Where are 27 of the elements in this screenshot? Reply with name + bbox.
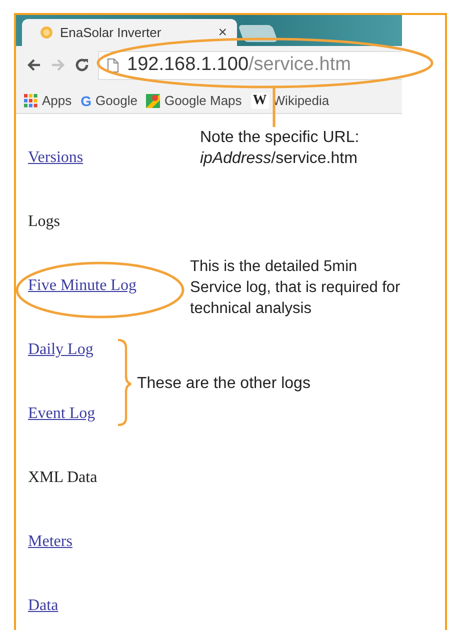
bookmark[interactable]: Google Maps — [146, 93, 242, 108]
close-icon[interactable]: × — [218, 24, 227, 41]
page-icon — [107, 58, 119, 72]
apps-grid-icon — [24, 94, 38, 108]
annotation-text: These are the other logs — [137, 374, 310, 394]
tab-title: EnaSolar Inverter — [60, 25, 162, 40]
reload-icon[interactable] — [74, 57, 90, 73]
page-link[interactable]: Five Minute Log — [28, 276, 136, 296]
page-link[interactable]: Data — [28, 596, 58, 616]
google-g-icon: G — [80, 92, 92, 108]
sun-icon — [40, 26, 53, 39]
page-link[interactable]: Versions — [28, 148, 84, 168]
browser-tab[interactable]: EnaSolar Inverter × — [22, 19, 237, 46]
wikipedia-w-icon: W — [250, 92, 269, 108]
address-bar[interactable]: 192.168.1.100/service.htm — [98, 50, 402, 80]
bookmark[interactable]: Apps — [24, 93, 72, 108]
back-icon[interactable] — [26, 57, 42, 73]
page-link[interactable]: Event Log — [28, 404, 96, 424]
map-pin-icon — [146, 94, 160, 108]
annotation-text: Note the specific URL: ipAddress/service.htm — [200, 128, 360, 169]
section-heading: Logs — [28, 212, 60, 232]
annotation-text: This is the detailed 5min Service log, that is required for technical analysis — [190, 257, 400, 319]
bookmark[interactable]: G Google — [80, 92, 138, 108]
section-heading: XML Data — [28, 468, 98, 488]
page-link[interactable]: Daily Log — [28, 340, 94, 360]
page-link[interactable]: Meters — [28, 532, 72, 552]
url-text: 192.168.1.100/service.htm — [127, 54, 351, 76]
